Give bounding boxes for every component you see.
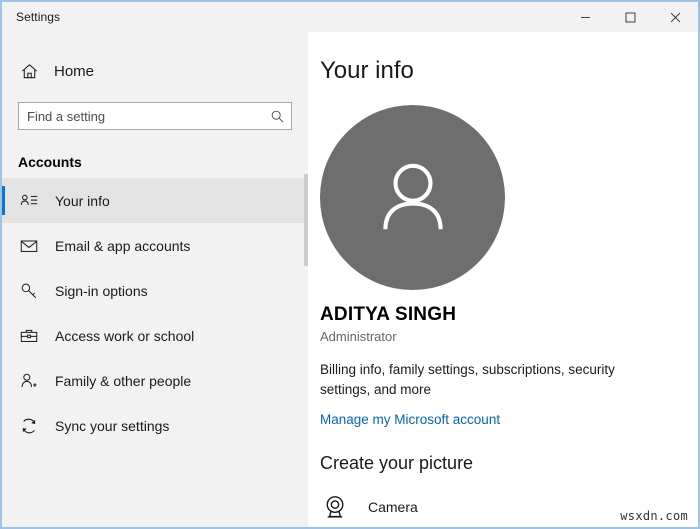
sidebar-item-family-other-people[interactable]: Family & other people xyxy=(2,358,308,403)
sidebar-item-your-info[interactable]: Your info xyxy=(2,178,308,223)
person-add-icon xyxy=(18,370,40,392)
sidebar-item-your-info-label: Your info xyxy=(55,193,110,209)
user-role: Administrator xyxy=(320,329,698,344)
create-picture-title: Create your picture xyxy=(320,453,698,474)
briefcase-icon xyxy=(18,325,40,347)
search-box[interactable] xyxy=(18,102,292,130)
key-icon xyxy=(18,280,40,302)
window-controls xyxy=(563,2,698,32)
avatar[interactable] xyxy=(320,105,505,290)
sidebar-item-sign-in-options[interactable]: Sign-in options xyxy=(2,268,308,313)
title-bar: Settings xyxy=(2,2,698,32)
webcam-icon xyxy=(320,492,350,522)
sidebar-item-sync-your-settings-label: Sync your settings xyxy=(55,418,169,434)
person-avatar-icon xyxy=(367,152,459,244)
settings-window: Settings xyxy=(0,0,700,529)
sidebar-item-email-app-accounts[interactable]: Email & app accounts xyxy=(2,223,308,268)
sidebar-item-email-app-accounts-label: Email & app accounts xyxy=(55,238,190,254)
sidebar-item-home-label: Home xyxy=(54,63,94,80)
contact-card-icon xyxy=(18,190,40,212)
sidebar-item-access-work-or-school[interactable]: Access work or school xyxy=(2,313,308,358)
main-content: Your info ADITYA SINGH Administrator Bil… xyxy=(308,32,698,527)
watermark: wsxdn.com xyxy=(620,509,688,523)
search-icon[interactable] xyxy=(263,103,291,129)
sidebar-item-family-other-people-label: Family & other people xyxy=(55,373,191,389)
user-name: ADITYA SINGH xyxy=(320,304,698,326)
home-icon xyxy=(18,60,40,82)
minimize-button[interactable] xyxy=(563,2,608,32)
close-button[interactable] xyxy=(653,2,698,32)
sidebar: Home Accounts xyxy=(2,32,308,527)
sidebar-item-sync-your-settings[interactable]: Sync your settings xyxy=(2,403,308,448)
search-input[interactable] xyxy=(19,109,263,124)
sidebar-section-title: Accounts xyxy=(2,154,308,170)
window-title: Settings xyxy=(2,10,60,24)
sidebar-nav-list: Your info Email & app accounts xyxy=(2,178,308,448)
manage-microsoft-account-link[interactable]: Manage my Microsoft account xyxy=(320,412,500,427)
account-description: Billing info, family settings, subscript… xyxy=(320,360,640,399)
sidebar-item-home[interactable]: Home xyxy=(2,54,308,88)
envelope-icon xyxy=(18,235,40,257)
maximize-button[interactable] xyxy=(608,2,653,32)
sidebar-item-access-work-or-school-label: Access work or school xyxy=(55,328,194,344)
page-title: Your info xyxy=(320,58,698,84)
sync-icon xyxy=(18,415,40,437)
camera-option-label: Camera xyxy=(368,499,418,515)
window-body: Home Accounts xyxy=(2,32,698,527)
sidebar-item-sign-in-options-label: Sign-in options xyxy=(55,283,148,299)
